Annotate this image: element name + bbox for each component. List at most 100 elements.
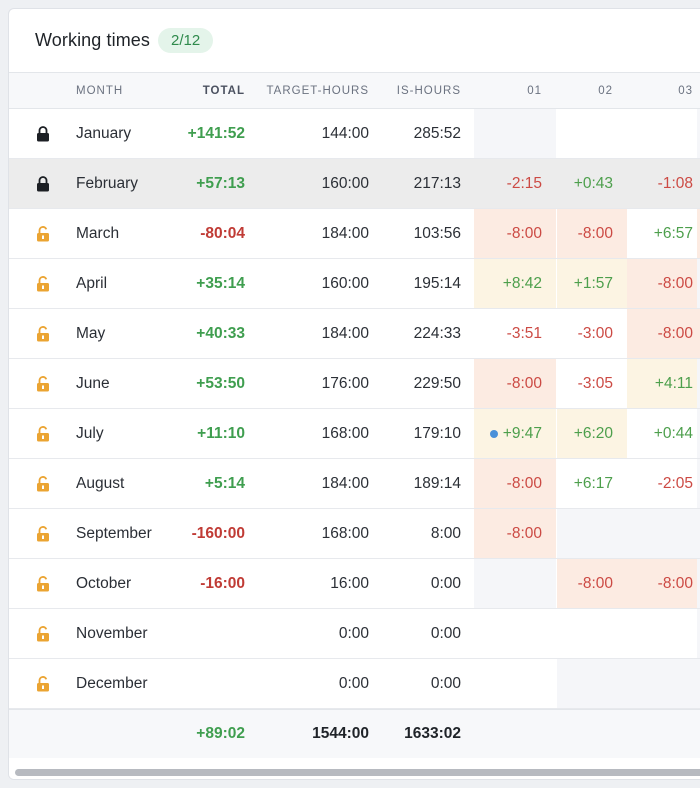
day-cell-03[interactable]: -8:00 [627,259,700,308]
lock-open-icon[interactable] [36,525,50,542]
month-total [156,659,245,708]
day-cell-02[interactable] [557,109,627,158]
month-is-hours: 229:50 [413,374,461,392]
month-target-hours: 160:00 [321,274,369,292]
day-cell-02[interactable]: -8:00 [557,209,627,258]
day-cell-03[interactable]: -8:00 [627,309,700,358]
day-value: -8:00 [506,524,542,542]
month-target-hours: 16:00 [330,574,369,592]
day-cell-01[interactable]: -8:00 [474,459,556,508]
lock-open-icon[interactable] [36,475,50,492]
month-row-february[interactable]: February +57:13 160:00 217:13 -2:15 +0:43 -1:0… [9,159,700,209]
day-cell-02[interactable] [557,609,627,658]
month-total: +53:50 [196,374,245,392]
day-cell-01[interactable]: -8:00 [474,509,556,558]
column-header-day-03[interactable]: 03 [627,73,700,108]
lock-closed-icon[interactable] [36,125,50,142]
sum-total: +89:02 [196,725,245,742]
day-cell-02[interactable]: -8:00 [557,559,627,608]
column-header-is-hours[interactable]: IS-HOURS [379,73,461,108]
column-header-target-hours[interactable]: TARGET-HOURS [255,73,369,108]
lock-closed-icon[interactable] [36,175,50,192]
lock-open-icon[interactable] [36,425,50,442]
day-cell-02[interactable]: +6:20 [557,409,627,458]
lock-open-icon[interactable] [36,225,50,242]
day-cell-03[interactable]: -8:00 [627,559,700,608]
day-cell-03[interactable]: -2:05 [627,459,700,508]
lock-cell[interactable] [9,409,69,458]
lock-cell[interactable] [9,459,69,508]
day-value: -3:51 [506,324,542,342]
day-cell-03[interactable]: +4:11 [627,359,700,408]
month-row-december[interactable]: December 0:00 0:00 [9,659,700,709]
lock-cell[interactable] [9,109,69,158]
lock-open-icon[interactable] [36,675,50,692]
day-cell-03[interactable]: +6:57 [627,209,700,258]
working-times-card: Working times 2/12 MONTH TOTAL TARGET-HO… [8,8,700,780]
day-cell-03[interactable]: -1:08 [627,159,700,208]
day-cell-01[interactable]: +8:42 [474,259,556,308]
day-cell-02[interactable]: +1:57 [557,259,627,308]
day-cell-01[interactable] [474,659,556,708]
day-cell-03[interactable] [627,109,700,158]
day-value: -8:00 [577,574,613,592]
lock-open-icon[interactable] [36,375,50,392]
lock-cell[interactable] [9,559,69,608]
day-cell-02[interactable]: -3:00 [557,309,627,358]
day-cell-02[interactable] [557,509,627,558]
day-cell-01[interactable]: +9:47 [474,409,556,458]
day-cell-03[interactable] [627,609,700,658]
lock-cell[interactable] [9,209,69,258]
month-row-january[interactable]: January +141:52 144:00 285:52 [9,109,700,159]
month-row-june[interactable]: June +53:50 176:00 229:50 -8:00 -3:05 +4:11 [9,359,700,409]
lock-cell[interactable] [9,309,69,358]
month-total: +40:33 [196,324,245,342]
month-target-hours: 0:00 [338,674,369,692]
day-cell-02[interactable] [557,659,627,708]
column-header-total[interactable]: TOTAL [156,73,245,108]
day-cell-01[interactable]: -2:15 [474,159,556,208]
scrollbar-thumb[interactable] [15,769,700,776]
lock-cell[interactable] [9,509,69,558]
day-cell-02[interactable]: +6:17 [557,459,627,508]
month-row-may[interactable]: May +40:33 184:00 224:33 -3:51 -3:00 -8:00 [9,309,700,359]
day-cell-01[interactable]: -8:00 [474,359,556,408]
month-row-march[interactable]: March -80:04 184:00 103:56 -8:00 -8:00 +6:57 [9,209,700,259]
month-row-april[interactable]: April +35:14 160:00 195:14 +8:42 +1:57 -8:00 [9,259,700,309]
table-header-row: MONTH TOTAL TARGET-HOURS IS-HOURS 01 02 … [9,73,700,109]
lock-open-icon[interactable] [36,325,50,342]
month-row-july[interactable]: July +11:10 168:00 179:10 +9:47 +6:20 +0:44 [9,409,700,459]
month-target-hours: 176:00 [321,374,369,392]
day-cell-03[interactable]: +0:44 [627,409,700,458]
lock-open-icon[interactable] [36,275,50,292]
month-row-september[interactable]: September -160:00 168:00 8:00 -8:00 [9,509,700,559]
month-total: +5:14 [204,474,245,492]
lock-cell[interactable] [9,159,69,208]
lock-cell[interactable] [9,259,69,308]
lock-cell[interactable] [9,659,69,708]
day-cell-01[interactable]: -3:51 [474,309,556,358]
day-cell-01[interactable] [474,109,556,158]
lock-open-icon[interactable] [36,625,50,642]
day-cell-02[interactable]: +0:43 [557,159,627,208]
day-cell-01[interactable] [474,559,556,608]
day-cell-01[interactable]: -8:00 [474,209,556,258]
month-row-august[interactable]: August +5:14 184:00 189:14 -8:00 +6:17 -2:05 [9,459,700,509]
day-value: +9:47 [502,424,542,442]
lock-open-icon[interactable] [36,575,50,592]
day-cell-01[interactable] [474,609,556,658]
month-row-october[interactable]: October -16:00 16:00 0:00 -8:00 -8:00 [9,559,700,609]
column-header-day-02[interactable]: 02 [557,73,627,108]
day-cell-03[interactable] [627,659,700,708]
day-value: -8:00 [506,474,542,492]
day-value: -1:08 [657,174,693,192]
month-row-november[interactable]: November 0:00 0:00 [9,609,700,659]
lock-cell[interactable] [9,609,69,658]
column-header-day-01[interactable]: 01 [474,73,556,108]
day-value: -8:00 [506,374,542,392]
lock-cell[interactable] [9,359,69,408]
day-cell-03[interactable] [627,509,700,558]
horizontal-scrollbar[interactable] [9,765,700,779]
day-cell-02[interactable]: -3:05 [557,359,627,408]
month-target-hours: 144:00 [321,124,369,142]
